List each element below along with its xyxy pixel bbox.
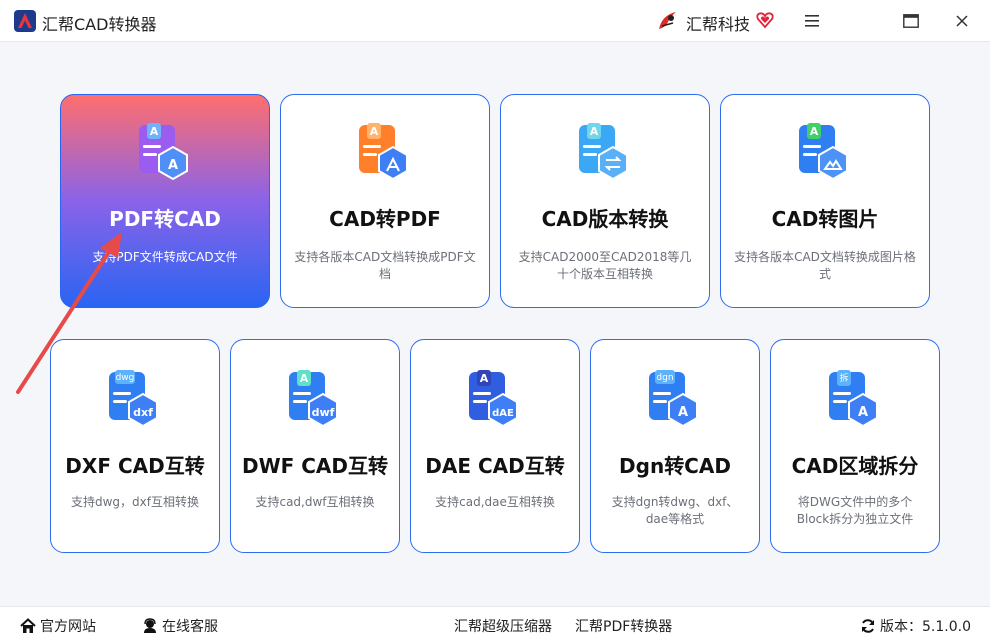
- card-desc: 支持dgn转dwg、dxf、dae等格式: [611, 495, 739, 526]
- card-dgn-cad[interactable]: dgn A Dgn转CAD 支持dgn转dwg、dxf、dae等格式: [590, 339, 760, 553]
- card-title: CAD转图片: [771, 207, 879, 231]
- dae-cad-icon: A dAE: [469, 370, 518, 428]
- menu-button[interactable]: [797, 8, 827, 34]
- refresh-icon: [862, 619, 874, 633]
- card-dwf-cad[interactable]: A dwf DWF CAD互转 支持cad,dwf互相转换: [230, 339, 400, 553]
- card-title: PDF转CAD: [109, 207, 221, 231]
- heart-icon[interactable]: [756, 11, 774, 29]
- pdf-converter-link[interactable]: 汇帮PDF转换器: [575, 616, 672, 636]
- badge-text: A: [678, 405, 688, 420]
- footer-bar: 官方网站 在线客服 汇帮超级压缩器 汇帮PDF转换器 版本：5.1.0.0: [0, 606, 990, 640]
- card-desc: 支持PDF文件转成CAD文件: [92, 250, 238, 264]
- card-desc: 支持dwg，dxf互相转换: [71, 495, 199, 509]
- version-info[interactable]: 版本：5.1.0.0: [860, 616, 971, 636]
- dwf-cad-icon: A dwf: [289, 370, 338, 428]
- badge-top-text: 拆: [839, 372, 848, 384]
- card-cad-to-pdf[interactable]: A CAD转PDF 支持各版本CAD文档转换成PDF文档: [280, 94, 490, 308]
- card-title: DAE CAD互转: [425, 454, 565, 478]
- card-desc: 支持cad,dwf互相转换: [255, 495, 375, 509]
- badge-text: dAE: [492, 408, 514, 419]
- badge-text: dxf: [133, 406, 153, 419]
- badge-top-text: dwg: [116, 373, 135, 383]
- menu-icon: [805, 15, 819, 27]
- card-desc: 支持各版本CAD文档转换成图片格式: [734, 250, 916, 281]
- card-desc: 将DWG文件中的多个Block拆分为独立文件: [796, 495, 914, 526]
- dxf-cad-icon: dwg dxf: [109, 370, 158, 428]
- brand-logo-icon: [659, 12, 676, 29]
- card-title: CAD版本转换: [541, 207, 669, 231]
- badge-text: A: [858, 405, 868, 420]
- brand-name: 汇帮科技: [686, 15, 751, 34]
- compressor-link[interactable]: 汇帮超级压缩器: [454, 616, 552, 636]
- home-icon: [20, 618, 36, 633]
- badge-text: dwf: [312, 406, 335, 419]
- svg-text:A: A: [370, 125, 379, 138]
- compressor-label: 汇帮超级压缩器: [454, 619, 552, 635]
- maximize-button[interactable]: [896, 8, 926, 34]
- cad-to-pdf-icon: A: [359, 123, 408, 181]
- card-cad-version[interactable]: A CAD版本转换 支持CAD2000至CAD2018等几十个版本互相转换: [500, 94, 710, 308]
- title-bar: 汇帮CAD转换器 汇帮科技: [0, 0, 990, 42]
- close-button[interactable]: [947, 8, 977, 34]
- pdf-converter-label: 汇帮PDF转换器: [575, 619, 673, 635]
- maximize-icon: [903, 14, 919, 28]
- svg-text:A: A: [150, 125, 159, 138]
- website-link[interactable]: 官方网站: [20, 616, 96, 636]
- support-label: 在线客服: [162, 619, 218, 635]
- svg-text:A: A: [168, 158, 178, 173]
- app-title: 汇帮CAD转换器: [42, 15, 157, 34]
- close-icon: [956, 15, 968, 27]
- card-title: DWF CAD互转: [241, 454, 389, 478]
- support-icon: [144, 618, 156, 633]
- app-logo-icon: [14, 10, 36, 32]
- card-desc: 支持CAD2000至CAD2018等几十个版本互相转换: [518, 250, 692, 281]
- pdf-to-cad-icon: A A: [139, 123, 188, 181]
- app-window: 汇帮CAD转换器 汇帮科技 A A PDF转CAD 支持PDF文件转成CAD文件…: [0, 0, 990, 640]
- card-title: CAD区域拆分: [791, 454, 919, 478]
- card-dxf-cad[interactable]: dwg dxf DXF CAD互转 支持dwg，dxf互相转换: [50, 339, 220, 553]
- svg-text:A: A: [300, 372, 309, 385]
- cad-to-image-icon: A: [799, 123, 848, 181]
- card-cad-split[interactable]: 拆 A CAD区域拆分 将DWG文件中的多个Block拆分为独立文件: [770, 339, 940, 553]
- dgn-cad-icon: dgn A: [649, 370, 698, 428]
- card-desc: 支持各版本CAD文档转换成PDF文档: [294, 250, 476, 281]
- svg-text:A: A: [590, 125, 599, 138]
- svg-text:A: A: [480, 372, 489, 385]
- badge-top-text: dgn: [656, 373, 673, 383]
- version-label: 版本：5.1.0.0: [880, 619, 971, 635]
- svg-text:A: A: [810, 125, 819, 138]
- card-cad-to-image[interactable]: A CAD转图片 支持各版本CAD文档转换成图片格式: [720, 94, 930, 308]
- website-label: 官方网站: [40, 619, 96, 635]
- card-desc: 支持cad,dae互相转换: [435, 495, 555, 509]
- cad-split-icon: 拆 A: [829, 370, 878, 428]
- card-dae-cad[interactable]: A dAE DAE CAD互转 支持cad,dae互相转换: [410, 339, 580, 553]
- card-title: CAD转PDF: [329, 207, 441, 231]
- support-link[interactable]: 在线客服: [142, 616, 218, 636]
- card-title: Dgn转CAD: [619, 454, 731, 478]
- card-title: DXF CAD互转: [65, 454, 205, 478]
- cad-version-icon: A: [579, 123, 628, 181]
- card-pdf-to-cad[interactable]: A A PDF转CAD 支持PDF文件转成CAD文件: [60, 94, 270, 308]
